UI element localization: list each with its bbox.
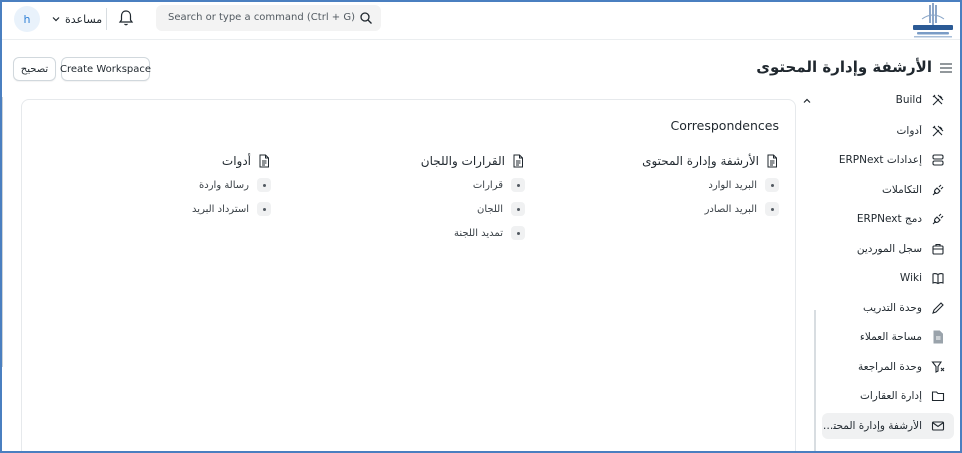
- book-icon: [932, 273, 944, 285]
- filter-icon: [931, 361, 945, 373]
- sidebar-item-wiki[interactable]: Wiki: [822, 265, 954, 291]
- sidebar-item-label: سجل الموردين: [856, 243, 922, 255]
- link-incoming-letter[interactable]: رسالة واردة: [192, 178, 271, 192]
- navbar-divider: [106, 8, 107, 30]
- link-incoming-mail[interactable]: البريد الوارد: [642, 178, 779, 192]
- sidebar-item-erpnext-settings[interactable]: إعدادات ERPNext: [822, 147, 954, 173]
- link-label: استرداد البريد: [192, 203, 249, 215]
- column-heading: الأرشفة وإدارة المحتوى: [642, 154, 779, 168]
- sidebar-item-label: إعدادات ERPNext: [838, 154, 922, 166]
- sidebar-item-real-estate[interactable]: إدارة العقارات: [822, 383, 954, 409]
- sidebar-item-label: إدارة العقارات: [860, 390, 922, 402]
- bullet-icon: [257, 202, 271, 216]
- link-label: البريد الصادر: [704, 203, 757, 215]
- bullet-icon: [257, 178, 271, 192]
- sidebar-item-supplier-register[interactable]: سجل الموردين: [822, 236, 954, 262]
- navbar: h مساعدة Search or type a command (Ctrl …: [2, 2, 960, 40]
- column-heading-label: أدوات: [221, 154, 251, 168]
- link-committees[interactable]: اللجان: [421, 202, 525, 216]
- sidebar-item-label: الأرشفة وإدارة المحتو...: [822, 420, 922, 432]
- sidebar-item-label: مساحة العملاء: [859, 331, 922, 343]
- card-title: Correspondences: [670, 118, 780, 133]
- app-window: h مساعدة Search or type a command (Ctrl …: [0, 0, 962, 453]
- pen-icon: [932, 302, 944, 314]
- briefcase-icon: [932, 243, 944, 255]
- link-label: قرارات: [472, 179, 503, 191]
- link-label: تمديد اللجنة: [454, 227, 503, 239]
- database-icon: [932, 154, 944, 166]
- sidebar-item-integrations[interactable]: التكاملات: [822, 177, 954, 203]
- file-icon: [933, 330, 943, 344]
- bell-icon[interactable]: [118, 9, 134, 27]
- plug-icon: [932, 213, 944, 225]
- sidebar-item-archiving[interactable]: الأرشفة وإدارة المحتو...: [822, 413, 954, 439]
- sidebar-item-label: وحدة التدريب: [862, 302, 922, 314]
- workspace-card: Correspondences الأرشفة وإدارة المحتوى ا…: [21, 99, 796, 451]
- search-input[interactable]: Search or type a command (Ctrl + G): [168, 12, 355, 23]
- bullet-icon: [765, 202, 779, 216]
- help-dropdown[interactable]: مساعدة: [52, 11, 102, 27]
- sidebar-item-label: أدوات: [896, 125, 922, 137]
- edit-button[interactable]: تصحيح: [13, 57, 56, 81]
- document-icon: [513, 154, 523, 168]
- company-logo[interactable]: [910, 3, 956, 41]
- sidebar-item-training[interactable]: وحدة التدريب: [822, 295, 954, 321]
- links-column-decisions: القرارات واللجان قرارات اللجان تمديد الل…: [421, 154, 525, 240]
- search-icon: [360, 12, 372, 24]
- sidebar-scrollbar[interactable]: [814, 310, 816, 451]
- page-scrollbar[interactable]: [2, 97, 5, 367]
- chevron-up-icon[interactable]: [802, 96, 812, 106]
- link-label: رسالة واردة: [199, 179, 249, 191]
- search-bar[interactable]: Search or type a command (Ctrl + G): [156, 5, 381, 31]
- link-outgoing-mail[interactable]: البريد الصادر: [642, 202, 779, 216]
- link-label: اللجان: [477, 203, 503, 215]
- column-heading: القرارات واللجان: [421, 154, 525, 168]
- links-column-archiving: الأرشفة وإدارة المحتوى البريد الوارد الب…: [642, 154, 779, 216]
- bullet-icon: [511, 202, 525, 216]
- sidebar-item-erpnext-integration[interactable]: دمج ERPNext: [822, 206, 954, 232]
- folder-icon: [931, 391, 945, 402]
- sidebar-item-label: دمج ERPNext: [856, 213, 922, 225]
- menu-icon[interactable]: [939, 61, 953, 75]
- sidebar-item-label: التكاملات: [881, 184, 922, 196]
- page-title: الأرشفة وإدارة المحتوى: [756, 58, 932, 76]
- sidebar-item-build[interactable]: Build: [822, 87, 954, 113]
- chevron-down-icon: [52, 17, 60, 22]
- user-avatar[interactable]: h: [14, 6, 40, 32]
- sidebar-item-label: وحدة المراجعة: [858, 361, 922, 373]
- link-label: البريد الوارد: [708, 179, 757, 191]
- sidebar-item-tools[interactable]: أدوات: [822, 118, 954, 144]
- sidebar: Build أدوات إعدادات ERPNext التكاملات دم…: [802, 87, 960, 451]
- mail-icon: [931, 421, 945, 431]
- document-icon: [767, 154, 777, 168]
- create-workspace-button[interactable]: Create Workspace: [60, 57, 151, 81]
- bullet-icon: [511, 226, 525, 240]
- bullet-icon: [511, 178, 525, 192]
- sidebar-item-label: Wiki: [899, 272, 922, 284]
- sidebar-item-label: Build: [895, 94, 922, 106]
- sidebar-item-customer-space[interactable]: مساحة العملاء: [822, 324, 954, 350]
- bullet-icon: [765, 178, 779, 192]
- tools-icon: [932, 94, 944, 106]
- column-heading-label: الأرشفة وإدارة المحتوى: [642, 154, 759, 168]
- link-mail-retrieval[interactable]: استرداد البريد: [192, 202, 271, 216]
- links-column-tools: أدوات رسالة واردة استرداد البريد: [192, 154, 271, 216]
- link-decisions[interactable]: قرارات: [421, 178, 525, 192]
- sidebar-item-audit[interactable]: وحدة المراجعة: [822, 354, 954, 380]
- help-label: مساعدة: [65, 12, 103, 26]
- plug-icon: [932, 184, 944, 196]
- document-icon: [259, 154, 269, 168]
- tools-icon: [932, 125, 944, 137]
- link-committee-extension[interactable]: تمديد اللجنة: [421, 226, 525, 240]
- column-heading-label: القرارات واللجان: [420, 154, 505, 168]
- column-heading: أدوات: [192, 154, 271, 168]
